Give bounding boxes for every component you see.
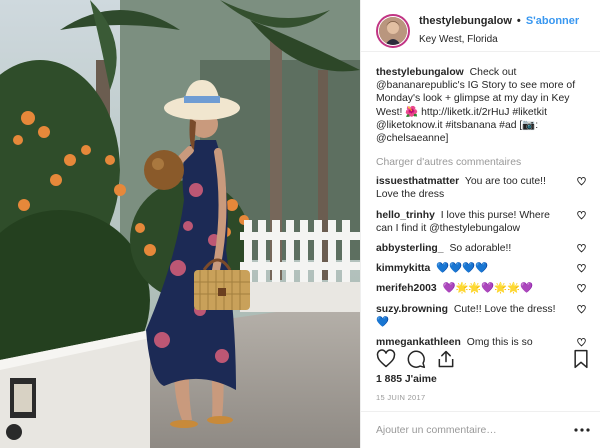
post-image [0,0,360,448]
bookmark-icon[interactable] [572,349,590,369]
header-top-line: thestylebungalow • S'abonner [419,14,579,29]
add-comment-input[interactable] [376,424,574,436]
location-link[interactable]: Key West, Florida [419,32,579,47]
more-options-icon[interactable] [574,427,590,433]
comments-scroll-area[interactable]: thestylebungalow Check out @bananarepubl… [376,66,590,348]
instagram-post: thestylebungalow • S'abonner Key West, Fl… [0,0,600,448]
comment-row: abbysterling_ So adorable!! [376,242,590,255]
comment-like-heart-icon[interactable] [577,284,586,297]
comment-text: So adorable!! [449,243,512,255]
caption-username[interactable]: thestylebungalow [376,67,464,78]
comment-icon[interactable] [406,349,426,369]
post-caption: thestylebungalow Check out @bananarepubl… [376,66,590,145]
comment-row: merifeh2003 💜🌟🌟💜🌟🌟💜 [376,282,590,295]
comment-username[interactable]: hello_trinhy [376,210,435,221]
comment-row: suzy.browning Cute!! Love the dress! 💙 [376,303,590,329]
likes-count[interactable]: 1 885 J'aime [376,374,437,385]
post-action-bar [376,344,590,374]
comment-username[interactable]: kimmykitta [376,263,430,274]
author-username[interactable]: thestylebungalow [419,15,512,27]
comment-like-heart-icon[interactable] [577,177,586,190]
post-header: thestylebungalow • S'abonner Key West, Fl… [361,0,600,52]
comment-text: 💜🌟🌟💜🌟🌟💜 [442,283,534,295]
share-icon[interactable] [436,349,456,369]
add-comment-bar [361,411,600,448]
load-more-comments-button[interactable]: Charger d'autres commentaires [376,157,590,168]
comment-username[interactable]: merifeh2003 [376,283,437,294]
comment-username[interactable]: abbysterling_ [376,243,444,254]
comment-row: hello_trinhy I love this purse! Where ca… [376,209,590,235]
avatar-story-ring[interactable] [376,13,410,48]
comment-username[interactable]: suzy.browning [376,304,448,315]
avatar[interactable] [379,16,407,45]
comment-like-heart-icon[interactable] [577,244,586,257]
header-text: thestylebungalow • S'abonner Key West, Fl… [419,14,579,47]
comment-row: kimmykitta 💙💙💙💙 [376,262,590,275]
comments-section: thestylebungalow Check out @bananarepubl… [361,52,600,348]
comment-like-heart-icon[interactable] [577,304,586,318]
caption-text: Check out @bananarepublic's IG Story to … [376,67,576,145]
separator-dot: • [516,15,521,27]
post-photo[interactable] [0,0,360,448]
comment-like-heart-icon[interactable] [577,210,586,224]
follow-button[interactable]: S'abonner [526,15,579,27]
comment-text: 💙💙💙💙 [436,263,488,275]
comment-row: issuesthatmatter You are too cute!! Love… [376,175,590,201]
heart-icon[interactable] [376,349,396,369]
comment-like-heart-icon[interactable] [577,264,586,277]
post-side-panel: thestylebungalow • S'abonner Key West, Fl… [360,0,600,448]
post-date[interactable]: 15 JUIN 2017 [376,393,425,402]
avatar-image [379,16,407,45]
comment-username[interactable]: issuesthatmatter [376,176,459,187]
